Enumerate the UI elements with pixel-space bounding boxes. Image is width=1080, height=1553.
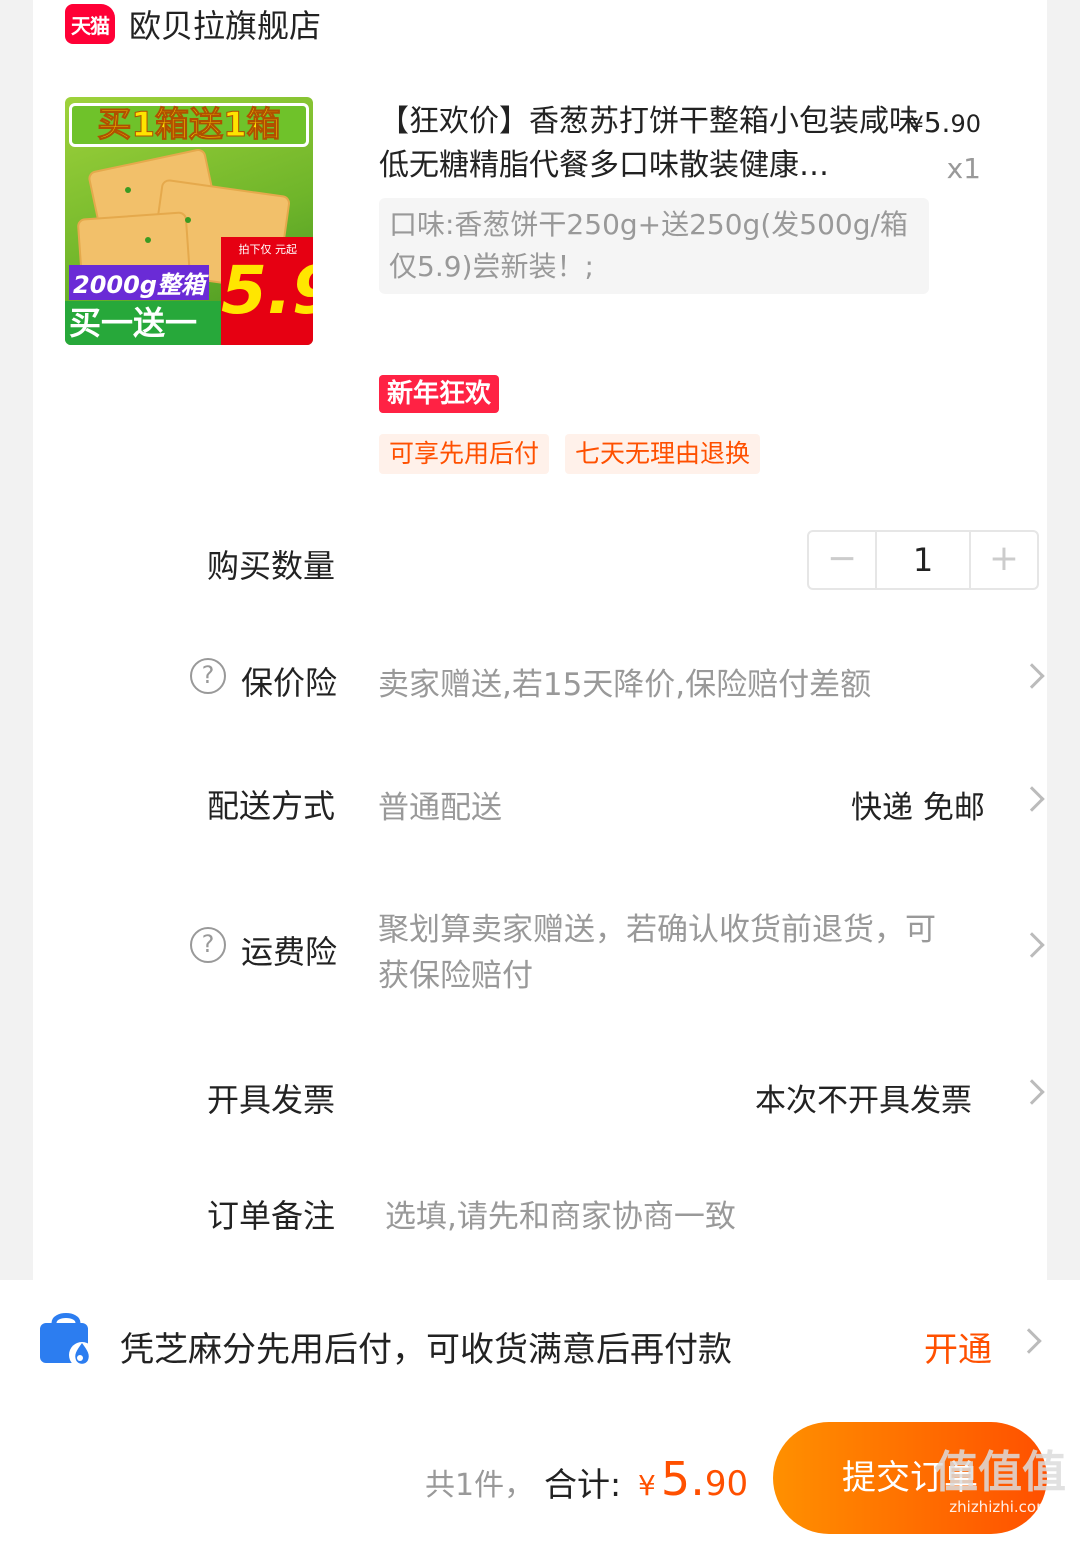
watermark: 值值值 zhizhizhi.com xyxy=(930,1447,1070,1517)
chevron-right-icon[interactable] xyxy=(1019,663,1045,689)
image-weight-badge: 2000g整箱 xyxy=(69,265,209,300)
sku-selector[interactable]: 口味:香葱饼干250g+送250g(发500g/箱仅5.9)尝新装！; xyxy=(379,198,929,294)
image-price-note: 拍下仅 元起 xyxy=(238,243,298,256)
remark-input[interactable]: 选填,请先和商家协商一致 xyxy=(385,1191,736,1236)
store-name[interactable]: 欧贝拉旗舰店 xyxy=(129,1,321,47)
tmall-logo-icon: 天猫 xyxy=(65,4,115,44)
delivery-label: 配送方式 xyxy=(207,787,336,825)
quantity-input[interactable]: 1 xyxy=(875,532,971,588)
paylater-text: 凭芝麻分先用后付，可收货满意后再付款 xyxy=(120,1330,732,1370)
price-insurance-value[interactable]: 卖家赠送,若15天降价,保险赔付差额 xyxy=(378,659,871,704)
shopping-bag-icon xyxy=(40,1313,95,1368)
total-decimal: 90 xyxy=(704,1464,749,1504)
total-int: 5. xyxy=(660,1452,705,1506)
paylater-open-link[interactable]: 开通 xyxy=(924,1322,992,1371)
image-banner: 买1箱送1箱 xyxy=(69,103,309,147)
scallion-dot xyxy=(185,217,191,223)
chevron-right-icon[interactable] xyxy=(1016,1328,1042,1354)
chevron-right-icon[interactable] xyxy=(1019,932,1045,958)
scallion-dot xyxy=(145,237,151,243)
order-card: 天猫 欧贝拉旗舰店 买1箱送1箱 2000g整箱 买一送一 拍下仅 元起 5.9… xyxy=(33,0,1047,1280)
shipping-insurance-value-line2[interactable]: 获保险赔付 xyxy=(378,950,533,995)
service-tag-paylater: 可享先用后付 xyxy=(379,434,550,474)
delivery-fee[interactable]: 快递 免邮 xyxy=(851,782,985,827)
item-count: 共1件， xyxy=(425,1468,535,1503)
quantity-mark: x1 xyxy=(946,152,981,185)
scallion-dot xyxy=(125,187,131,193)
shipping-insurance-value-line1[interactable]: 聚划算卖家赠送，若确认收货前退货，可 xyxy=(378,904,936,949)
paylater-banner[interactable]: 凭芝麻分先用后付，可收货满意后再付款 开通 xyxy=(0,1280,1080,1408)
store-header[interactable]: 天猫 欧贝拉旗舰店 xyxy=(65,0,321,48)
total-price: ¥ 5.90 xyxy=(638,1452,748,1506)
price-decimal: 90 xyxy=(950,110,981,138)
total-label: 合计: xyxy=(544,1465,622,1504)
chevron-right-icon[interactable] xyxy=(1019,786,1045,812)
plus-button[interactable]: + xyxy=(971,532,1037,588)
image-bottom-banner: 买一送一 xyxy=(65,301,235,345)
remark-label: 订单备注 xyxy=(207,1197,336,1235)
quantity-stepper[interactable]: − 1 + xyxy=(807,530,1039,590)
chevron-right-icon[interactable] xyxy=(1019,1079,1045,1105)
service-tag-return: 七天无理由退换 xyxy=(565,434,761,474)
quantity-label: 购买数量 xyxy=(207,547,336,585)
price-insurance-label: 保价险 xyxy=(241,664,338,702)
help-icon[interactable]: ? xyxy=(190,658,226,694)
shipping-insurance-label: 运费险 xyxy=(241,933,338,971)
delivery-value[interactable]: 普通配送 xyxy=(378,782,502,827)
invoice-label: 开具发票 xyxy=(207,1081,336,1119)
watermark-logo: 值值值 xyxy=(934,1447,1066,1498)
unit-price: ¥5.90 xyxy=(910,106,981,139)
price-int: 5. xyxy=(923,106,951,139)
minus-button[interactable]: − xyxy=(809,532,875,588)
product-image[interactable]: 买1箱送1箱 2000g整箱 买一送一 拍下仅 元起 5.9 xyxy=(65,97,313,345)
currency-symbol: ¥ xyxy=(909,113,924,138)
currency-symbol: ¥ xyxy=(638,1469,656,1502)
checkout-bar: 共1件， 合计: ¥ 5.90 提交订单 xyxy=(0,1408,1080,1553)
watermark-site: zhizhizhi.com xyxy=(949,1498,1051,1516)
product-title[interactable]: 【狂欢价】香葱苏打饼干整箱小包装咸味低无糖精脂代餐多口味散装健康… xyxy=(379,100,929,188)
invoice-value[interactable]: 本次不开具发票 xyxy=(755,1075,972,1120)
promo-tag: 新年狂欢 xyxy=(379,375,500,413)
help-icon[interactable]: ? xyxy=(190,927,226,963)
